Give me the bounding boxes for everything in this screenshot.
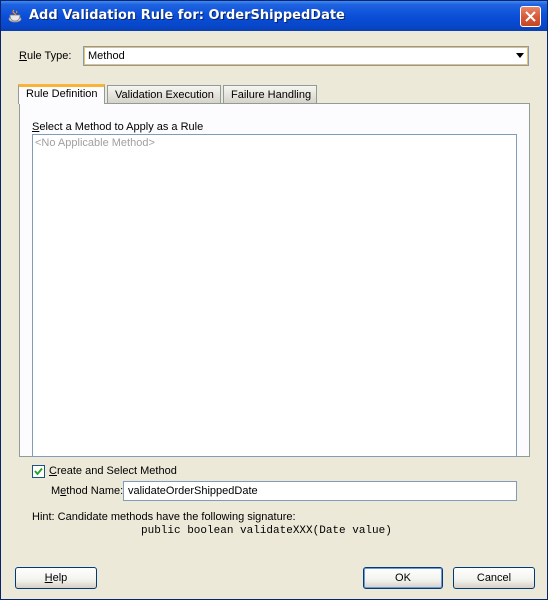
title-bar[interactable]: Add Validation Rule for: OrderShippedDat… [1,1,547,31]
rule-type-label: Rule Type: [19,50,72,62]
method-listbox[interactable]: <No Applicable Method> [32,134,517,457]
create-method-checkbox[interactable] [32,465,45,478]
hint-text: Hint: Candidate methods have the followi… [32,511,296,523]
create-method-label[interactable]: Create and Select Method [49,465,177,477]
tab-validation-execution[interactable]: Validation Execution [107,85,221,103]
close-button[interactable] [520,6,541,27]
rule-type-value: Method [88,50,125,62]
method-name-label: Method Name: [51,485,124,497]
hint-signature: public boolean validateXXX(Date value) [141,525,392,537]
close-icon [525,11,536,22]
chevron-down-icon [516,53,524,58]
rule-type-select[interactable]: Method [83,46,529,66]
dialog-title: Add Validation Rule for: OrderShippedDat… [29,8,345,23]
empty-list-text: <No Applicable Method> [35,137,155,149]
checkmark-icon [34,467,43,476]
java-cup-icon [8,9,22,23]
method-name-value: validateOrderShippedDate [128,485,258,497]
tab-failure-handling[interactable]: Failure Handling [223,85,317,103]
dialog-window: Add Validation Rule for: OrderShippedDat… [0,0,548,600]
method-name-input[interactable]: validateOrderShippedDate [123,481,517,501]
ok-button[interactable]: OK [363,567,443,589]
method-list-label: Select a Method to Apply as a Rule [32,121,204,133]
help-button[interactable]: Help [15,567,97,589]
tab-rule-definition[interactable]: Rule Definition [18,84,105,104]
cancel-button[interactable]: Cancel [453,567,535,589]
